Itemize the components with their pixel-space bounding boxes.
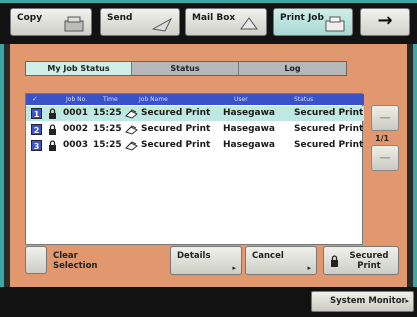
header-time: Time [103, 96, 118, 103]
clear-selection-button[interactable]: Clear Selection [25, 246, 145, 276]
top-accent-line [0, 0, 417, 3]
print-job-label: Print Job [280, 13, 324, 23]
clear-line-2: Selection [53, 261, 98, 271]
cancel-label: Cancel [252, 251, 284, 261]
job-table: ✓ Job No. Time Job Name User Status 1 00… [25, 93, 364, 245]
job-time: 15:25 [93, 108, 122, 118]
send-button[interactable]: Send [100, 8, 180, 36]
job-no: 0002 [63, 124, 89, 134]
job-name: Secured Print [141, 124, 211, 134]
job-name: Secured Print [141, 140, 211, 150]
arrow-right-icon: → [377, 10, 393, 31]
job-time: 15:25 [93, 140, 122, 150]
clear-selection-box[interactable] [25, 246, 47, 274]
triangle-right-icon: ▸ [307, 264, 311, 272]
table-header: ✓ Job No. Time Job Name User Status [26, 94, 364, 105]
lock-icon [49, 108, 56, 119]
row-index: 2 [31, 124, 42, 135]
job-name: Secured Print [141, 108, 211, 118]
tab-log[interactable]: Log [239, 62, 346, 75]
lock-icon [49, 124, 56, 135]
system-monitor-button[interactable]: System Monitor ▸ [311, 291, 414, 312]
job-user: Hasegawa [223, 124, 275, 134]
printer-icon [325, 16, 345, 32]
header-job-no: Job No. [66, 96, 88, 103]
job-no: 0003 [63, 140, 89, 150]
lock-icon [331, 255, 338, 267]
copier-icon [64, 16, 84, 32]
print-job-panel: My Job Status Status Log ✓ Job No. Time … [10, 44, 407, 287]
row-index: 1 [31, 108, 42, 119]
triangle-right-icon: ▸ [405, 297, 409, 305]
job-status: Secured Print [294, 140, 364, 150]
tab-status[interactable]: Status [132, 62, 239, 75]
header-user: User [234, 96, 248, 103]
job-status: Secured Print [294, 124, 364, 134]
document-stack-icon [125, 109, 138, 119]
tab-my-job-status[interactable]: My Job Status [26, 62, 132, 75]
tab-bar: My Job Status Status Log [25, 61, 347, 76]
table-row[interactable]: 2 0002 15:25 Secured Print Hasegawa Secu… [26, 122, 364, 137]
secured-print-label: Secured Print [344, 251, 394, 271]
print-job-button[interactable]: Print Job [273, 8, 353, 36]
minus-icon: — [379, 151, 391, 164]
job-no: 0001 [63, 108, 89, 118]
details-label: Details [177, 251, 211, 261]
page-count: 1/1 [375, 134, 390, 143]
scroll-down-button[interactable]: — [371, 145, 399, 171]
table-row[interactable]: 3 0003 15:25 Secured Print Hasegawa Secu… [26, 138, 364, 153]
function-bar: Copy Send Mail Box Print Job → [0, 0, 417, 44]
secured-line-2: Print [357, 261, 381, 271]
scroll-up-button[interactable]: — [371, 105, 399, 131]
job-time: 15:25 [93, 124, 122, 134]
send-icon [151, 17, 173, 32]
header-check: ✓ [32, 95, 38, 103]
minus-icon: — [379, 111, 391, 124]
copy-label: Copy [17, 13, 43, 23]
table-row[interactable]: 1 0001 15:25 Secured Print Hasegawa Secu… [26, 106, 364, 121]
job-user: Hasegawa [223, 140, 275, 150]
job-user: Hasegawa [223, 108, 275, 118]
secured-line-1: Secured [349, 251, 389, 261]
cancel-button[interactable]: Cancel ▸ [245, 246, 317, 275]
document-stack-icon [125, 125, 138, 135]
next-arrow-button[interactable]: → [360, 8, 410, 36]
row-index: 3 [31, 140, 42, 151]
header-job-name: Job Name [139, 96, 168, 103]
secured-print-button[interactable]: Secured Print [323, 246, 399, 275]
header-status: Status [294, 96, 314, 103]
send-label: Send [107, 13, 133, 23]
triangle-right-icon: ▸ [232, 264, 236, 272]
clear-selection-label: Clear Selection [53, 251, 97, 271]
system-monitor-label: System Monitor [330, 296, 406, 306]
mailbox-icon [240, 17, 258, 30]
mailbox-label: Mail Box [192, 13, 236, 23]
details-button[interactable]: Details ▸ [170, 246, 242, 275]
job-status: Secured Print [294, 108, 364, 118]
mailbox-button[interactable]: Mail Box [185, 8, 267, 36]
lock-icon [49, 140, 56, 151]
clear-line-1: Clear [53, 251, 78, 261]
document-stack-icon [125, 141, 138, 151]
copy-button[interactable]: Copy [10, 8, 92, 36]
